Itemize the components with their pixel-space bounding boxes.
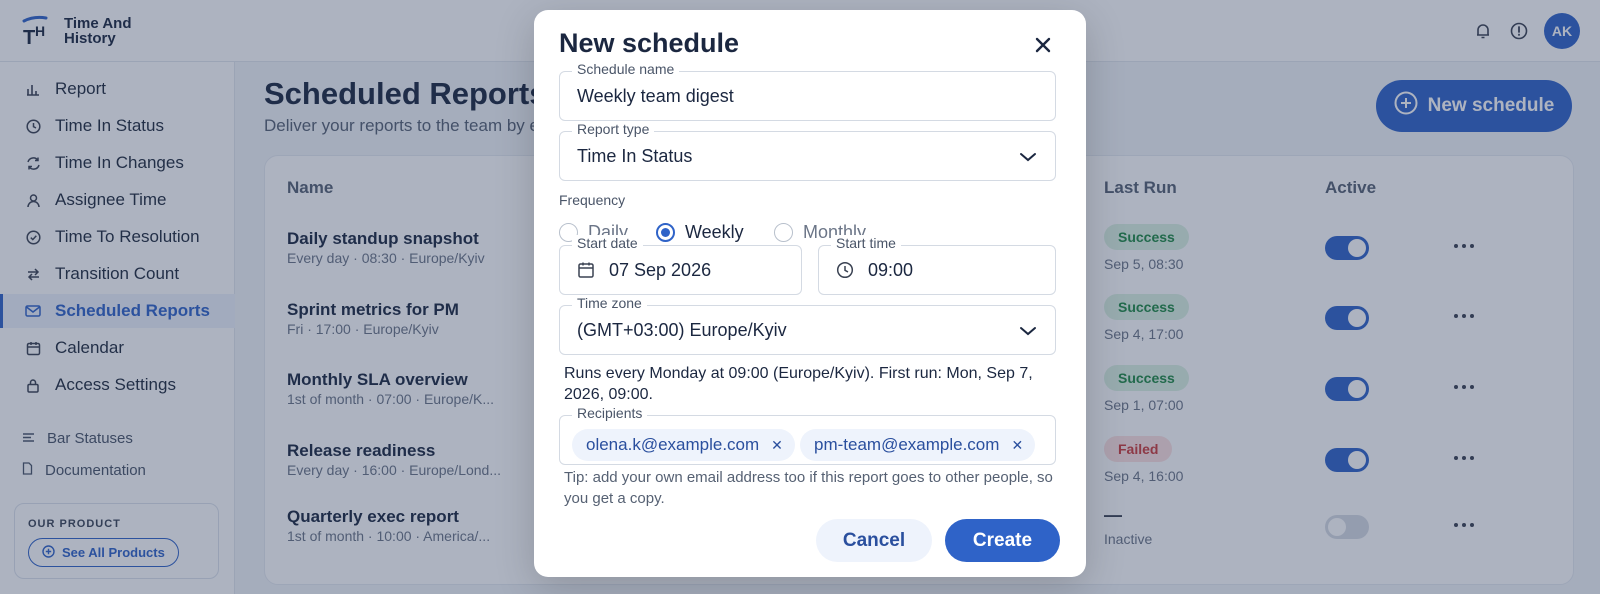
create-button[interactable]: Create [945,519,1060,562]
frequency-weekly-radio[interactable]: Weekly [656,222,744,243]
schedule-summary: Runs every Monday at 09:00 (Europe/Kyiv)… [564,365,1033,403]
dialog-title: New schedule [559,28,740,58]
radio-dot [656,223,675,242]
recipient-chip[interactable]: pm-team@example.com ✕ [800,429,1036,461]
clock-icon [836,261,854,279]
chevron-down-icon [1020,153,1036,162]
start-date-field[interactable]: Start date 07 Sep 2026 [559,235,802,295]
recipient-chip[interactable]: olena.k@example.com ✕ [572,429,795,461]
start-time-field[interactable]: Start time 09:00 [818,235,1056,295]
report-type-value: Time In Status [577,146,693,166]
start-date-label: Start date [572,235,643,251]
report-type-select[interactable]: Report type Time In Status [559,121,1056,181]
schedule-name-field[interactable]: Schedule name Weekly team digest [559,61,1056,121]
schedule-name-label: Schedule name [572,61,680,77]
recipient-email: olena.k@example.com [586,435,760,454]
close-icon[interactable] [1032,34,1054,56]
calendar-icon [578,262,594,278]
remove-recipient-icon[interactable]: ✕ [771,437,783,454]
radio-dot [774,223,793,242]
time-zone-value: (GMT+03:00) Europe/Kyiv [577,320,787,340]
frequency-label: Frequency [559,192,626,208]
radio-label: Weekly [685,222,744,242]
start-date-value: 07 Sep 2026 [609,260,712,280]
recipients-tip: Tip: add your own email address too if t… [564,469,1053,507]
schedule-name-value: Weekly team digest [577,86,734,106]
cancel-button[interactable]: Cancel [816,519,932,562]
recipients-label: Recipients [572,405,648,421]
start-time-label: Start time [831,235,901,251]
recipient-email: pm-team@example.com [814,435,1000,454]
recipients-field[interactable]: Recipients olena.k@example.com ✕ pm-team… [559,405,1056,465]
report-type-label: Report type [572,121,655,137]
chevron-down-icon [1020,327,1036,336]
start-time-value: 09:00 [868,260,914,280]
remove-recipient-icon[interactable]: ✕ [1011,437,1023,454]
new-schedule-dialog: New schedule Schedule name Weekly team d… [534,10,1086,577]
time-zone-select[interactable]: Time zone (GMT+03:00) Europe/Kyiv [559,295,1056,355]
time-zone-label: Time zone [572,295,647,311]
